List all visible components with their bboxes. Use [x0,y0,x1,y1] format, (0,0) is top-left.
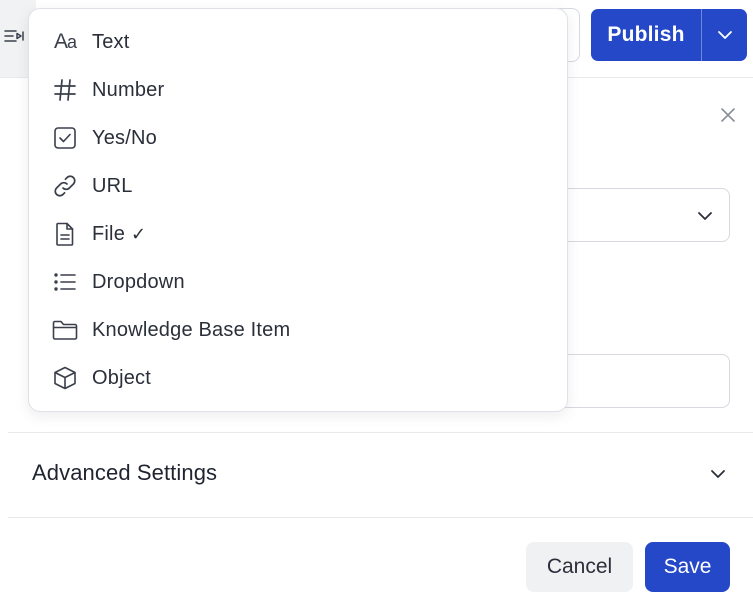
list-indent-icon[interactable] [4,27,26,45]
menu-item-number[interactable]: Number [29,66,567,114]
menu-item-label-text: File [92,222,126,245]
publish-button-group: Publish [591,9,747,61]
advanced-settings-toggle[interactable]: Advanced Settings [32,460,217,486]
chevron-down-icon [695,206,715,226]
menu-item-label: Yes/No [92,126,157,149]
checkbox-icon [51,124,79,152]
menu-item-yes-no[interactable]: Yes/No [29,114,567,162]
save-button[interactable]: Save [645,542,730,592]
menu-item-label: Knowledge Base Item [92,318,291,341]
publish-button[interactable]: Publish [591,9,702,61]
text-type-icon: Aa [53,30,77,53]
file-icon [51,220,79,248]
cube-icon [51,364,79,392]
publish-options-button[interactable] [702,9,747,61]
menu-item-label: Dropdown [92,270,185,293]
field-type-menu: Aa Text Number Yes/No URL File ✓ Dropdow… [28,8,568,412]
menu-item-label: Text [92,30,130,53]
menu-item-object[interactable]: Object [29,354,567,402]
menu-item-file[interactable]: File ✓ [29,210,567,258]
menu-item-label: URL [92,174,133,197]
menu-item-url[interactable]: URL [29,162,567,210]
menu-item-knowledge-base[interactable]: Knowledge Base Item [29,306,567,354]
menu-item-label: Object [92,366,152,389]
section-divider [8,432,753,433]
section-divider [8,517,753,518]
hash-icon [51,76,79,104]
link-icon [51,172,79,200]
cancel-button[interactable]: Cancel [526,542,633,592]
close-panel-button[interactable] [717,104,739,126]
close-icon [721,108,735,122]
field-input[interactable] [540,354,730,408]
list-icon [51,268,79,296]
folder-icon [51,316,79,344]
chevron-down-icon [717,31,732,39]
selected-check-icon: ✓ [131,223,147,245]
menu-item-label: File ✓ [92,223,146,246]
menu-item-text[interactable]: Aa Text [29,18,567,66]
chevron-down-icon[interactable] [707,463,729,485]
menu-item-dropdown[interactable]: Dropdown [29,258,567,306]
page: Publish Advanced Settings Cancel Save Aa… [0,0,753,601]
menu-item-label: Number [92,78,165,101]
